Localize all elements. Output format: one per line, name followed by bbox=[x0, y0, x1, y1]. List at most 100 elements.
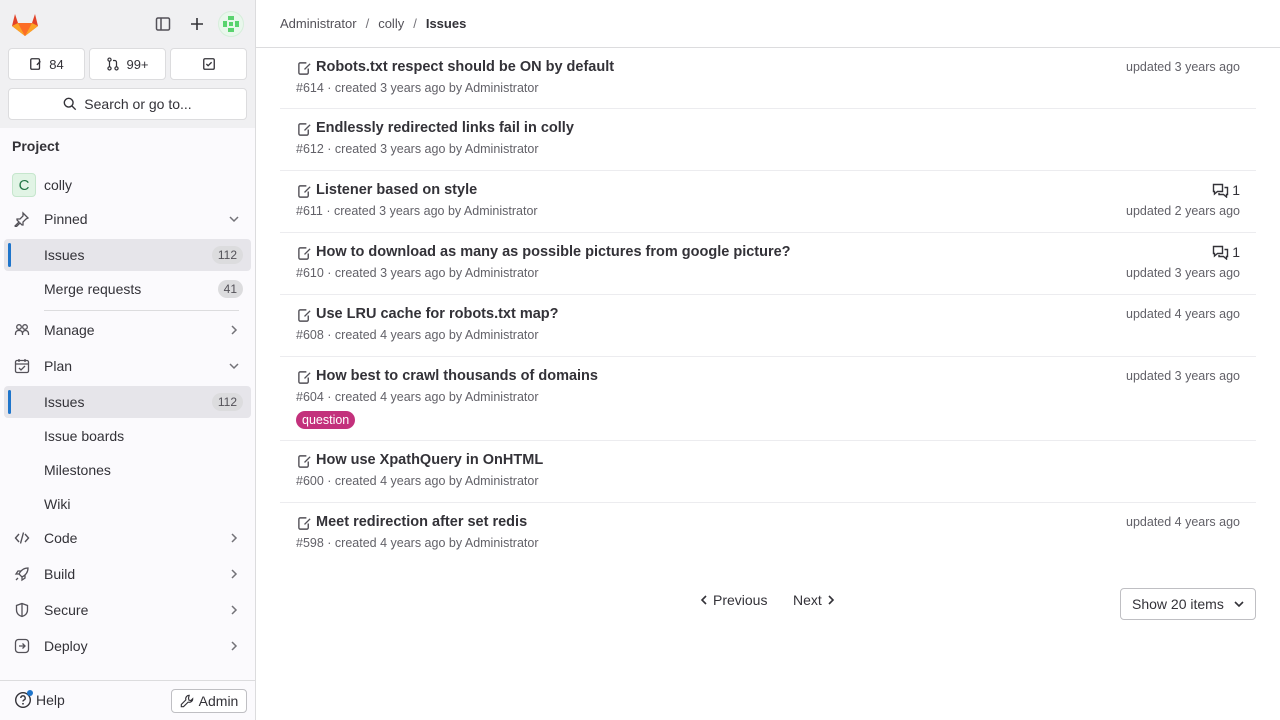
sidebar-item-wiki[interactable]: Wiki bbox=[4, 488, 251, 520]
label-question[interactable]: question bbox=[296, 411, 356, 429]
issue-title[interactable]: How to download as many as possible pict… bbox=[316, 244, 791, 260]
issue-updated: updated 2 years ago bbox=[1126, 204, 1240, 218]
sidebar-item-pinned-issues[interactable]: Issues 112 bbox=[4, 239, 251, 271]
toggle-sidebar-icon[interactable] bbox=[149, 10, 177, 38]
admin-label: Admin bbox=[198, 693, 239, 709]
issue-title[interactable]: Use LRU cache for robots.txt map? bbox=[316, 306, 559, 322]
issue-updated: updated 4 years ago bbox=[1126, 307, 1240, 321]
pinned-label: Pinned bbox=[44, 211, 88, 227]
sidebar-item-build[interactable]: Build bbox=[4, 558, 251, 590]
sidebar-item-issue-boards[interactable]: Issue boards bbox=[4, 420, 251, 452]
chevron-down-icon bbox=[229, 363, 239, 370]
issue-open-icon bbox=[298, 517, 311, 530]
comments-count[interactable]: 1 bbox=[1212, 182, 1240, 198]
project-link[interactable]: C colly bbox=[4, 169, 251, 201]
sidebar-item-milestones[interactable]: Milestones bbox=[4, 454, 251, 486]
sidebar-item-label: Plan bbox=[44, 358, 73, 374]
notification-dot bbox=[27, 690, 33, 696]
sidebar-item-label: Issue boards bbox=[44, 428, 125, 444]
comments-number: 1 bbox=[1232, 182, 1240, 198]
admin-button[interactable]: Admin bbox=[171, 689, 247, 713]
active-indicator bbox=[8, 390, 11, 414]
avatar[interactable] bbox=[218, 11, 244, 37]
previous-page-button[interactable]: Previous bbox=[699, 592, 767, 608]
issue-open-icon bbox=[298, 247, 311, 260]
sidebar-item-label: Code bbox=[44, 530, 78, 546]
search-icon bbox=[63, 97, 77, 111]
issue-open-icon bbox=[298, 123, 311, 136]
list-item: Use LRU cache for robots.txt map? #608 ·… bbox=[280, 295, 1256, 357]
chevron-right-icon bbox=[231, 533, 238, 543]
sidebar-item-manage[interactable]: Manage bbox=[4, 314, 251, 346]
sidebar-item-label: Secure bbox=[44, 602, 89, 618]
breadcrumb-separator: / bbox=[413, 16, 417, 31]
shield-icon bbox=[15, 602, 29, 618]
sidebar-item-plan[interactable]: Plan bbox=[4, 350, 251, 382]
breadcrumb-item-administrator[interactable]: Administrator bbox=[280, 16, 357, 31]
help-label: Help bbox=[36, 692, 65, 708]
issue-meta: #604 · created 4 years ago by Administra… bbox=[296, 390, 539, 404]
merge-requests-counter-button[interactable]: 99+ bbox=[89, 48, 166, 80]
pinned-section-toggle[interactable]: Pinned bbox=[4, 203, 251, 235]
issues-counter-button[interactable]: 84 bbox=[8, 48, 85, 80]
comments-count[interactable]: 1 bbox=[1212, 244, 1240, 260]
sidebar-item-secure[interactable]: Secure bbox=[4, 594, 251, 626]
help-button[interactable]: Help bbox=[14, 690, 65, 709]
issue-meta: #611 · created 3 years ago by Administra… bbox=[296, 204, 538, 218]
calendar-icon bbox=[14, 359, 30, 374]
issues-count: 84 bbox=[49, 56, 64, 72]
issue-title[interactable]: Listener based on style bbox=[316, 182, 477, 198]
chevron-right-icon bbox=[828, 595, 834, 605]
rocket-icon bbox=[14, 567, 29, 582]
next-page-button[interactable]: Next bbox=[793, 592, 836, 608]
breadcrumb-item-project[interactable]: colly bbox=[378, 16, 404, 31]
issue-meta: #612 · created 3 years ago by Administra… bbox=[296, 142, 539, 156]
issue-updated: updated 4 years ago bbox=[1126, 515, 1240, 529]
issue-open-icon bbox=[298, 62, 311, 75]
sidebar-item-label: Deploy bbox=[44, 638, 88, 654]
search-button[interactable]: Search or go to... bbox=[8, 88, 247, 120]
breadcrumb-item-current[interactable]: Issues bbox=[426, 16, 466, 31]
issue-open-icon bbox=[298, 455, 311, 468]
list-item: How to download as many as possible pict… bbox=[280, 233, 1256, 295]
project-avatar: C bbox=[12, 173, 36, 197]
section-title: Project bbox=[12, 138, 60, 154]
sidebar-item-label: Wiki bbox=[44, 496, 71, 512]
previous-label: Previous bbox=[713, 592, 768, 608]
page-size-label: Show 20 items bbox=[1132, 596, 1224, 612]
list-item: Endlessly redirected links fail in colly… bbox=[280, 109, 1256, 171]
sidebar-item-pinned-merge-requests[interactable]: Merge requests 41 bbox=[4, 273, 251, 305]
count-badge: 112 bbox=[211, 393, 243, 411]
issue-title[interactable]: How best to crawl thousands of domains bbox=[316, 368, 598, 384]
chevron-down-icon bbox=[1234, 601, 1244, 608]
sidebar-item-label: Issues bbox=[44, 247, 85, 263]
sidebar-item-code[interactable]: Code bbox=[4, 522, 251, 554]
users-icon bbox=[14, 324, 30, 335]
issue-title[interactable]: Meet redirection after set redis bbox=[316, 514, 527, 530]
project-name: colly bbox=[44, 177, 73, 193]
list-item: Robots.txt respect should be ON by defau… bbox=[280, 48, 1256, 109]
page-size-dropdown[interactable]: Show 20 items bbox=[1120, 588, 1256, 620]
sidebar-item-deploy[interactable]: Deploy bbox=[4, 630, 251, 662]
issue-meta: #600 · created 4 years ago by Administra… bbox=[296, 474, 539, 488]
todos-button[interactable] bbox=[170, 48, 247, 80]
chevron-right-icon bbox=[231, 569, 238, 579]
issue-title[interactable]: Robots.txt respect should be ON by defau… bbox=[316, 59, 614, 75]
sidebar-item-issues[interactable]: Issues 112 bbox=[4, 386, 251, 418]
comments-number: 1 bbox=[1232, 244, 1240, 260]
sidebar-item-label: Manage bbox=[44, 322, 95, 338]
issue-title[interactable]: Endlessly redirected links fail in colly bbox=[316, 120, 574, 136]
code-icon bbox=[14, 532, 30, 544]
breadcrumb: Administrator / colly / Issues bbox=[256, 0, 1280, 48]
merge-request-icon bbox=[107, 57, 120, 71]
plus-icon[interactable] bbox=[183, 10, 211, 38]
issue-meta: #608 · created 4 years ago by Administra… bbox=[296, 328, 539, 342]
sidebar-item-label: Build bbox=[44, 566, 76, 582]
gitlab-logo-icon[interactable] bbox=[11, 11, 39, 37]
issue-title[interactable]: How use XpathQuery in OnHTML bbox=[316, 452, 543, 468]
deploy-icon bbox=[14, 638, 30, 654]
issue-meta: #614 · created 3 years ago by Administra… bbox=[296, 81, 539, 95]
chevron-right-icon bbox=[231, 325, 238, 335]
active-indicator bbox=[8, 243, 11, 267]
issue-open-icon bbox=[298, 371, 311, 384]
